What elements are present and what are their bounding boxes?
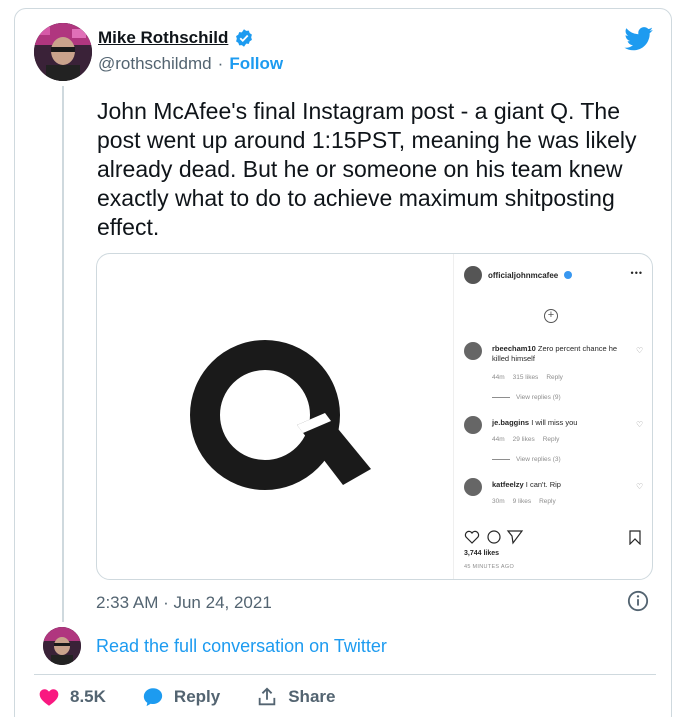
heart-icon [39,689,59,706]
ig-comment-reply: Reply [546,374,563,381]
read-full-conversation-link[interactable]: Read the full conversation on Twitter [96,636,387,657]
ig-comment-likes: 29 likes [512,436,535,443]
author-avatar[interactable] [34,23,92,81]
ig-likes-total: 3,744 likes [464,550,500,557]
ig-heart-icon [464,530,480,544]
twitter-bird-icon[interactable] [624,27,654,51]
ig-author-avatar [464,266,482,284]
ig-comment-icon [487,530,501,544]
instagram-side-panel: officialjohnmcafee ••• + rbeecham10 Zero… [453,254,652,579]
ig-comment-text: I will miss you [531,418,578,427]
ig-send-icon [506,530,524,545]
ig-action-bar [464,530,641,545]
ig-bookmark-icon [629,530,641,545]
share-button[interactable]: Share [256,686,335,708]
author-display-name[interactable]: Mike Rothschild [98,28,228,48]
ig-heart-icon: ♡ [636,482,644,491]
ig-heart-icon: ♡ [636,346,644,355]
tweet-timestamp[interactable]: 2:33 AM · Jun 24, 2021 [96,593,272,613]
author-handle[interactable]: @rothschildmd [98,54,212,74]
ig-comment-user: je.baggins [492,418,530,427]
tweet-text: John McAfee's final Instagram post - a g… [97,98,637,240]
ig-heart-icon: ♡ [636,420,644,429]
ig-comment-avatar [464,342,482,360]
ig-view-replies: View replies (9) [492,394,561,401]
like-count: 8.5K [70,687,106,706]
tweet-action-bar: 8.5K Reply Share [38,686,371,708]
like-button[interactable]: 8.5K [38,686,106,708]
ig-comment-age: 44m [492,374,505,381]
ig-posted-ago: 45 MINUTES AGO [464,564,515,570]
instagram-q-post-image [190,340,371,490]
divider [34,674,656,675]
ig-comment-reply: Reply [542,436,560,443]
conversation-avatar[interactable] [43,627,81,665]
tweet-media-image[interactable]: officialjohnmcafee ••• + rbeecham10 Zero… [96,253,653,580]
follow-button[interactable]: Follow [229,54,283,74]
ig-view-replies: View replies (3) [492,456,561,463]
ig-comment-reply: Reply [539,498,556,505]
thread-line [62,86,64,622]
ig-verified-icon [564,271,573,279]
ig-comment-avatar [464,416,482,434]
ig-comment-age: 44m [492,436,505,443]
ig-username: officialjohnmcafee [488,270,559,280]
reply-bubble-icon [143,688,163,707]
handle-separator: · [217,54,224,73]
ig-comment-user: katfeelzy [492,480,524,489]
ig-more-icon: ••• [630,268,643,278]
info-icon[interactable] [627,590,649,612]
ig-comment-avatar [464,478,482,496]
share-label: Share [288,687,336,706]
ig-plus-icon: + [544,309,558,323]
share-icon [258,687,276,706]
ig-comment-user: rbeecham10 [492,344,536,353]
verified-badge-icon [236,29,253,47]
ig-comment-text: I can't. Rip [525,480,561,489]
reply-label: Reply [173,687,221,706]
reply-button[interactable]: Reply [142,686,220,708]
ig-comment-likes: 9 likes [512,498,532,505]
ig-comment-age: 30m [492,498,505,505]
ig-comment-likes: 315 likes [512,374,539,381]
